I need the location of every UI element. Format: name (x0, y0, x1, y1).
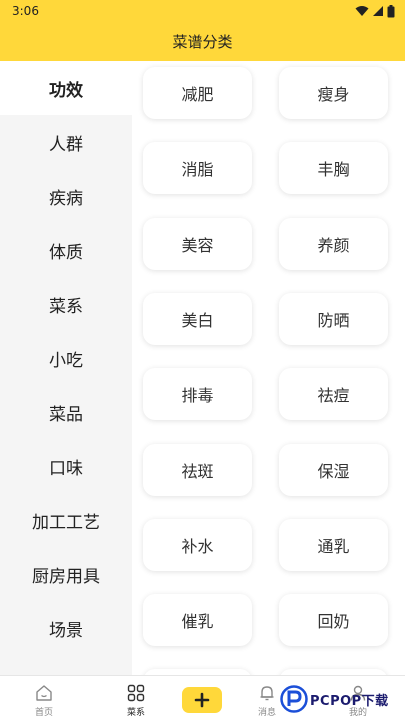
tab-home-label: 首页 (34, 708, 53, 718)
sidebar-item-kitchenware[interactable]: 厨房用具 (0, 547, 132, 601)
bell-icon (260, 686, 274, 701)
sidebar-item-scene[interactable]: 场景 (0, 601, 132, 655)
sidebar-item-snack[interactable]: 小吃 (0, 331, 132, 385)
watermark-text: PCPOP下载 (310, 693, 389, 709)
signal-icon (373, 6, 383, 16)
status-time: 3:06 (12, 4, 39, 18)
sidebar-item-flavor[interactable]: 口味 (0, 439, 132, 493)
tag-button[interactable]: 祛斑 (143, 444, 252, 496)
tag-button[interactable]: 养颜 (279, 218, 388, 270)
status-icons (355, 3, 395, 19)
tag-button[interactable]: 催乳 (143, 594, 252, 646)
sidebar-item-crowd[interactable]: 人群 (0, 115, 132, 169)
grid-icon (127, 684, 145, 702)
add-button[interactable] (182, 687, 222, 713)
tag-button[interactable]: 消脂 (143, 142, 252, 194)
tag-grid: 减肥 瘦身 消脂 丰胸 美容 养颜 美白 防晒 排毒 祛痘 祛斑 保湿 补水 通乳 催乳 回奶 (132, 61, 405, 675)
tag-button[interactable]: 排毒 (143, 368, 252, 420)
tag-button[interactable]: 美容 (143, 218, 252, 270)
tag-button[interactable]: 减肥 (143, 67, 252, 119)
category-sidebar: 功效 人群 疾病 体质 菜系 小吃 菜品 口味 加工工艺 厨房用具 场景 (0, 61, 132, 675)
tag-button[interactable]: 回奶 (279, 594, 388, 646)
tag-button[interactable]: 美白 (143, 293, 252, 345)
battery-icon (387, 4, 395, 17)
tab-cuisine[interactable]: 菜系 (106, 676, 166, 721)
tag-button[interactable]: 祛痘 (279, 368, 388, 420)
app-header: 3:06 菜谱分类 (0, 0, 405, 61)
page-title: 菜谱分类 (172, 33, 233, 51)
sidebar-item-dish[interactable]: 菜品 (0, 385, 132, 439)
sidebar-item-cuisine[interactable]: 菜系 (0, 277, 132, 331)
tag-button[interactable]: 补水 (143, 519, 252, 571)
pcpop-logo-icon (280, 685, 308, 713)
sidebar-item-constitution[interactable]: 体质 (0, 223, 132, 277)
wifi-icon (355, 6, 369, 16)
tag-button[interactable]: 防晒 (279, 293, 388, 345)
sidebar-item-effect[interactable]: 功效 (0, 61, 132, 115)
sidebar-item-process[interactable]: 加工工艺 (0, 493, 132, 547)
tab-messages-label: 消息 (257, 708, 276, 718)
tag-button[interactable]: 丰胸 (279, 142, 388, 194)
tag-button[interactable]: 瘦身 (279, 67, 388, 119)
sidebar-item-disease[interactable]: 疾病 (0, 169, 132, 223)
tag-button[interactable]: 通乳 (279, 519, 388, 571)
tag-button[interactable]: 保湿 (279, 444, 388, 496)
home-icon (36, 685, 52, 701)
watermark: PCPOP下载 (280, 681, 389, 717)
plus-icon (194, 692, 210, 708)
tab-home[interactable]: 首页 (14, 676, 74, 721)
tab-cuisine-label: 菜系 (126, 708, 145, 718)
